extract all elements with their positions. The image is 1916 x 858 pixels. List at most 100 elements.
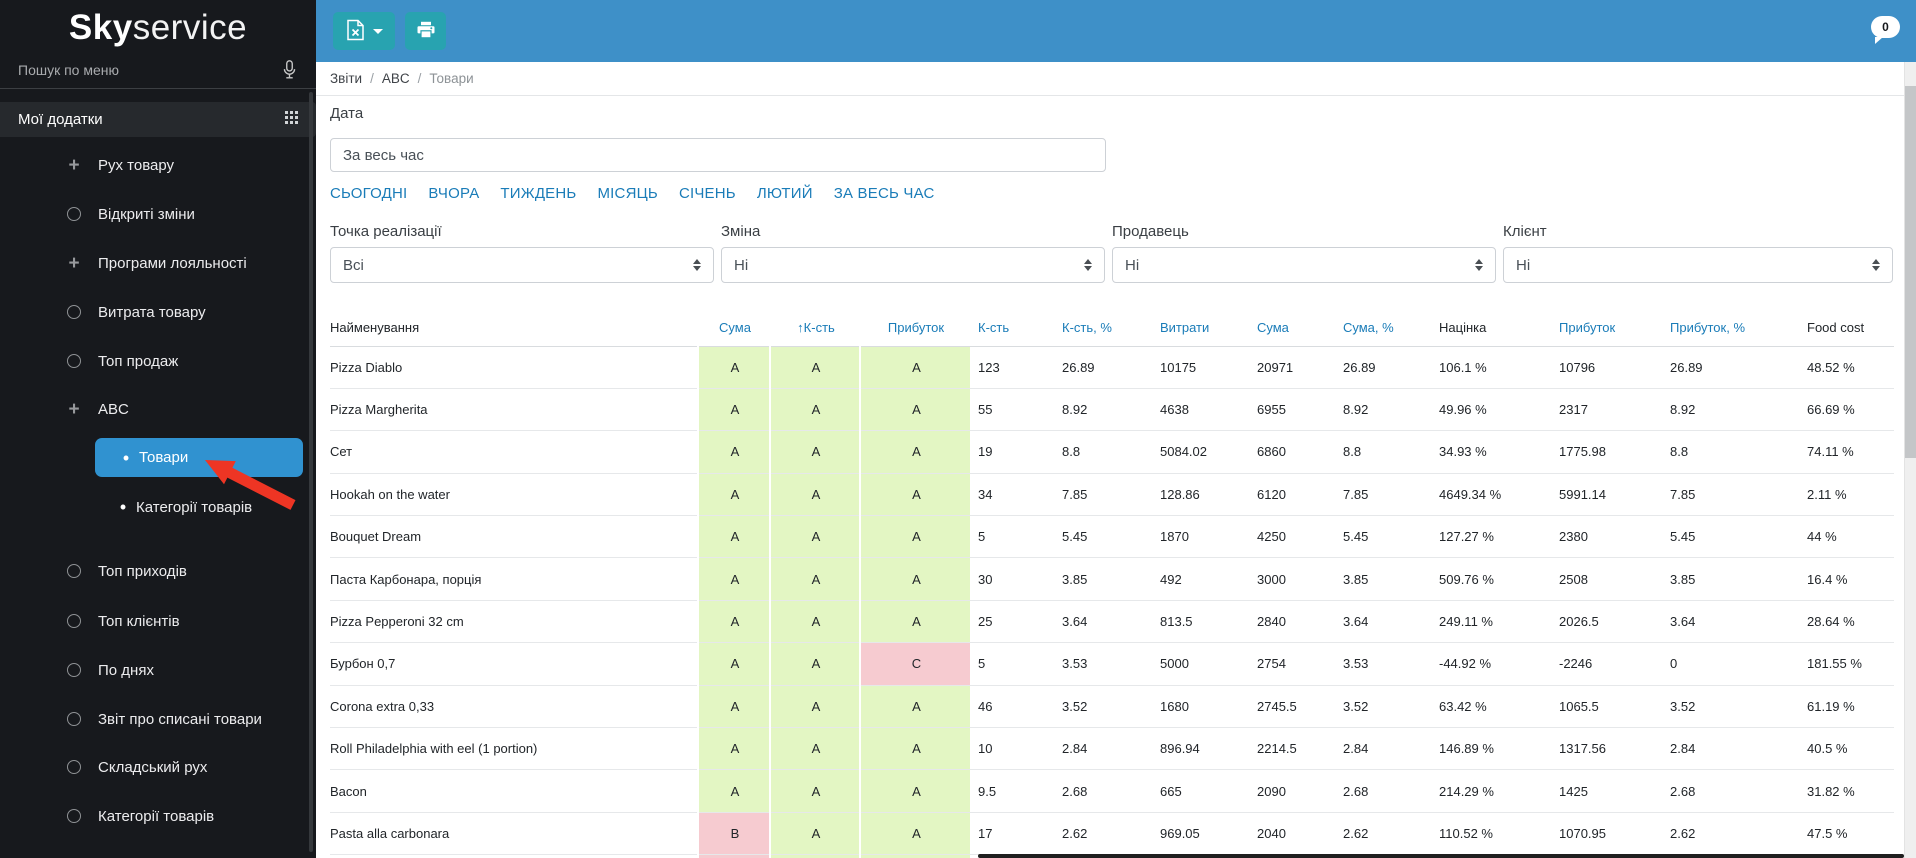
value-cell: 2.68: [1662, 769, 1799, 813]
table-row[interactable]: Pasta alla carbonara B A A 17 2.62 969.05 2040 2…: [330, 812, 1894, 856]
sidebar-item-12[interactable]: Складський рух: [0, 743, 316, 791]
col-header-12[interactable]: Food cost: [1799, 309, 1894, 347]
value-cell: 5: [970, 515, 1054, 559]
value-cell: 47.5 %: [1799, 812, 1894, 856]
value-cell: 1775.98: [1551, 430, 1662, 474]
value-cell: 5.45: [1662, 515, 1799, 559]
filter-select-2[interactable]: Ні: [1112, 247, 1496, 283]
col-header-3[interactable]: Прибуток: [860, 309, 970, 347]
quick-range-5[interactable]: ЛЮТИЙ: [757, 185, 813, 202]
value-cell: 123: [970, 346, 1054, 389]
sidebar-item-3[interactable]: Витрата товару: [0, 288, 316, 336]
product-name-cell: Bouquet Dream: [330, 515, 698, 559]
table-row[interactable]: Bouquet Dream A A A 5 5.45 1870 4250 5.45 127.27 …: [330, 515, 1894, 559]
col-header-5[interactable]: К-сть, %: [1054, 309, 1152, 347]
col-header-2[interactable]: ↑К-сть: [770, 309, 860, 347]
quick-range-6[interactable]: ЗА ВЕСЬ ЧАС: [834, 185, 935, 202]
filter-select-3[interactable]: Ні: [1503, 247, 1893, 283]
col-header-7[interactable]: Сума: [1249, 309, 1335, 347]
value-cell: 5084.02: [1152, 430, 1249, 474]
quick-range-3[interactable]: МІСЯЦЬ: [597, 185, 657, 202]
quick-range-0[interactable]: СЬОГОДНІ: [330, 185, 407, 202]
value-cell: 6860: [1249, 430, 1335, 474]
value-cell: 1870: [1152, 515, 1249, 559]
sidebar-item-11[interactable]: Звіт про списані товари: [0, 695, 316, 743]
col-header-11[interactable]: Прибуток, %: [1662, 309, 1799, 347]
value-cell: 3.52: [1054, 685, 1152, 729]
table-row[interactable]: Бурбон 0,7 A A C 5 3.53 5000 2754 3.53 -44.92 % -2…: [330, 642, 1894, 686]
value-cell: 2.68: [1054, 769, 1152, 813]
col-header-4[interactable]: К-сть: [970, 309, 1054, 347]
sidebar-item-2[interactable]: + Програми лояльності: [0, 239, 316, 287]
value-cell: 3.52: [1662, 685, 1799, 729]
sidebar-item-13[interactable]: Категорії товарів: [0, 792, 316, 840]
notifications-badge[interactable]: 0: [1871, 16, 1900, 44]
quick-range-1[interactable]: ВЧОРА: [428, 185, 479, 202]
value-cell: 61.19 %: [1799, 685, 1894, 729]
table-row[interactable]: Pizza Diablo A A A 123 26.89 10175 20971 26.89 10…: [330, 346, 1894, 389]
bullet-icon: •: [119, 497, 127, 517]
col-header-0[interactable]: Найменування: [330, 309, 698, 347]
sidebar-item-label: Звіт про списані товари: [98, 710, 262, 728]
date-range-input[interactable]: [330, 138, 1106, 172]
sidebar-item-8[interactable]: Топ приходів: [0, 547, 316, 595]
table-row[interactable]: Pizza Pepperoni 32 cm A A A 25 3.64 813.5 2840 3…: [330, 600, 1894, 644]
table-header-row: Найменування Сума ↑К-сть Прибуток К-сть К-сть…: [330, 309, 1894, 347]
value-cell: 2.62: [1662, 812, 1799, 856]
value-cell: -44.92 %: [1431, 642, 1551, 686]
sidebar-item-0[interactable]: + Рух товару: [0, 141, 316, 189]
table-row[interactable]: Hookah on the water A A A 34 7.85 128.86 6120 7.…: [330, 473, 1894, 517]
filter-label: Зміна: [721, 223, 761, 240]
value-cell: 10175: [1152, 346, 1249, 389]
sidebar-scrollbar[interactable]: [309, 92, 313, 852]
sidebar-item-1[interactable]: Відкриті зміни: [0, 190, 316, 238]
filter-select-1[interactable]: Ні: [721, 247, 1105, 283]
sidebar-item-10[interactable]: По днях: [0, 646, 316, 694]
table-row[interactable]: Bacon A A A 9.5 2.68 665 2090 2.68 214.29 % 1425 2.…: [330, 769, 1894, 813]
product-name-cell: Hookah on the water: [330, 473, 698, 517]
quick-range-2[interactable]: ТИЖДЕНЬ: [500, 185, 576, 202]
value-cell: A: [697, 685, 770, 729]
col-header-6[interactable]: Витрати: [1152, 309, 1249, 347]
value-cell: 214.29 %: [1431, 769, 1551, 813]
table-row[interactable]: Паста Карбонара, порція A A A 30 3.85 492 3000 3…: [330, 557, 1894, 601]
col-header-9[interactable]: Націнка: [1431, 309, 1551, 347]
col-header-10[interactable]: Прибуток: [1551, 309, 1662, 347]
sidebar-item-6[interactable]: • Товари: [95, 438, 303, 477]
table-row[interactable]: Corona extra 0,33 A A A 46 3.52 1680 2745.5 3.52…: [330, 685, 1894, 729]
value-cell: 128.86: [1152, 473, 1249, 517]
sidebar-menu: + Рух товару Відкриті зміни + Програми лояль…: [0, 0, 316, 858]
product-name-cell: Паста Карбонара, порція: [330, 557, 698, 601]
col-header-8[interactable]: Сума, %: [1335, 309, 1431, 347]
value-cell: 8.8: [1054, 430, 1152, 474]
value-cell: A: [859, 600, 970, 644]
table-row[interactable]: Pizza Margherita A A A 55 8.92 4638 6955 8.92 49.…: [330, 388, 1894, 432]
col-header-1[interactable]: Сума: [698, 309, 770, 347]
vertical-scrollbar-thumb[interactable]: [1905, 86, 1916, 458]
table-row[interactable]: Сет A A A 19 8.8 5084.02 6860 8.8 34.93 % 1775.98 8…: [330, 430, 1894, 474]
sidebar-item-label: Топ клієнтів: [98, 612, 180, 630]
value-cell: 8.92: [1662, 388, 1799, 432]
sidebar-item-9[interactable]: Топ клієнтів: [0, 597, 316, 645]
quick-range-4[interactable]: СІЧЕНЬ: [679, 185, 736, 202]
value-cell: 16.4 %: [1799, 557, 1894, 601]
value-cell: 1680: [1152, 685, 1249, 729]
horizontal-scrollbar-thumb[interactable]: [978, 854, 1904, 858]
breadcrumb-separator: /: [370, 71, 374, 86]
value-cell: 4250: [1249, 515, 1335, 559]
product-name-cell: Pizza Margherita: [330, 388, 698, 432]
breadcrumb-item-0[interactable]: Звіти: [330, 71, 362, 86]
sidebar-item-7[interactable]: • Категорії товарів: [0, 483, 316, 531]
filter-select-0[interactable]: Всі: [330, 247, 714, 283]
export-excel-button[interactable]: [333, 12, 395, 50]
sidebar-item-5[interactable]: + ABC: [0, 385, 316, 433]
value-cell: 4649.34 %: [1431, 473, 1551, 517]
value-cell: 7.85: [1054, 473, 1152, 517]
breadcrumb-item-1[interactable]: ABC: [382, 71, 410, 86]
table-row[interactable]: Roll Philadelphia with eel (1 portion) A A…: [330, 727, 1894, 771]
select-value: Ні: [1125, 256, 1140, 274]
circle-icon: [64, 614, 84, 628]
value-cell: 8.92: [1335, 388, 1431, 432]
sidebar-item-4[interactable]: Топ продаж: [0, 337, 316, 385]
print-button[interactable]: [405, 12, 446, 50]
